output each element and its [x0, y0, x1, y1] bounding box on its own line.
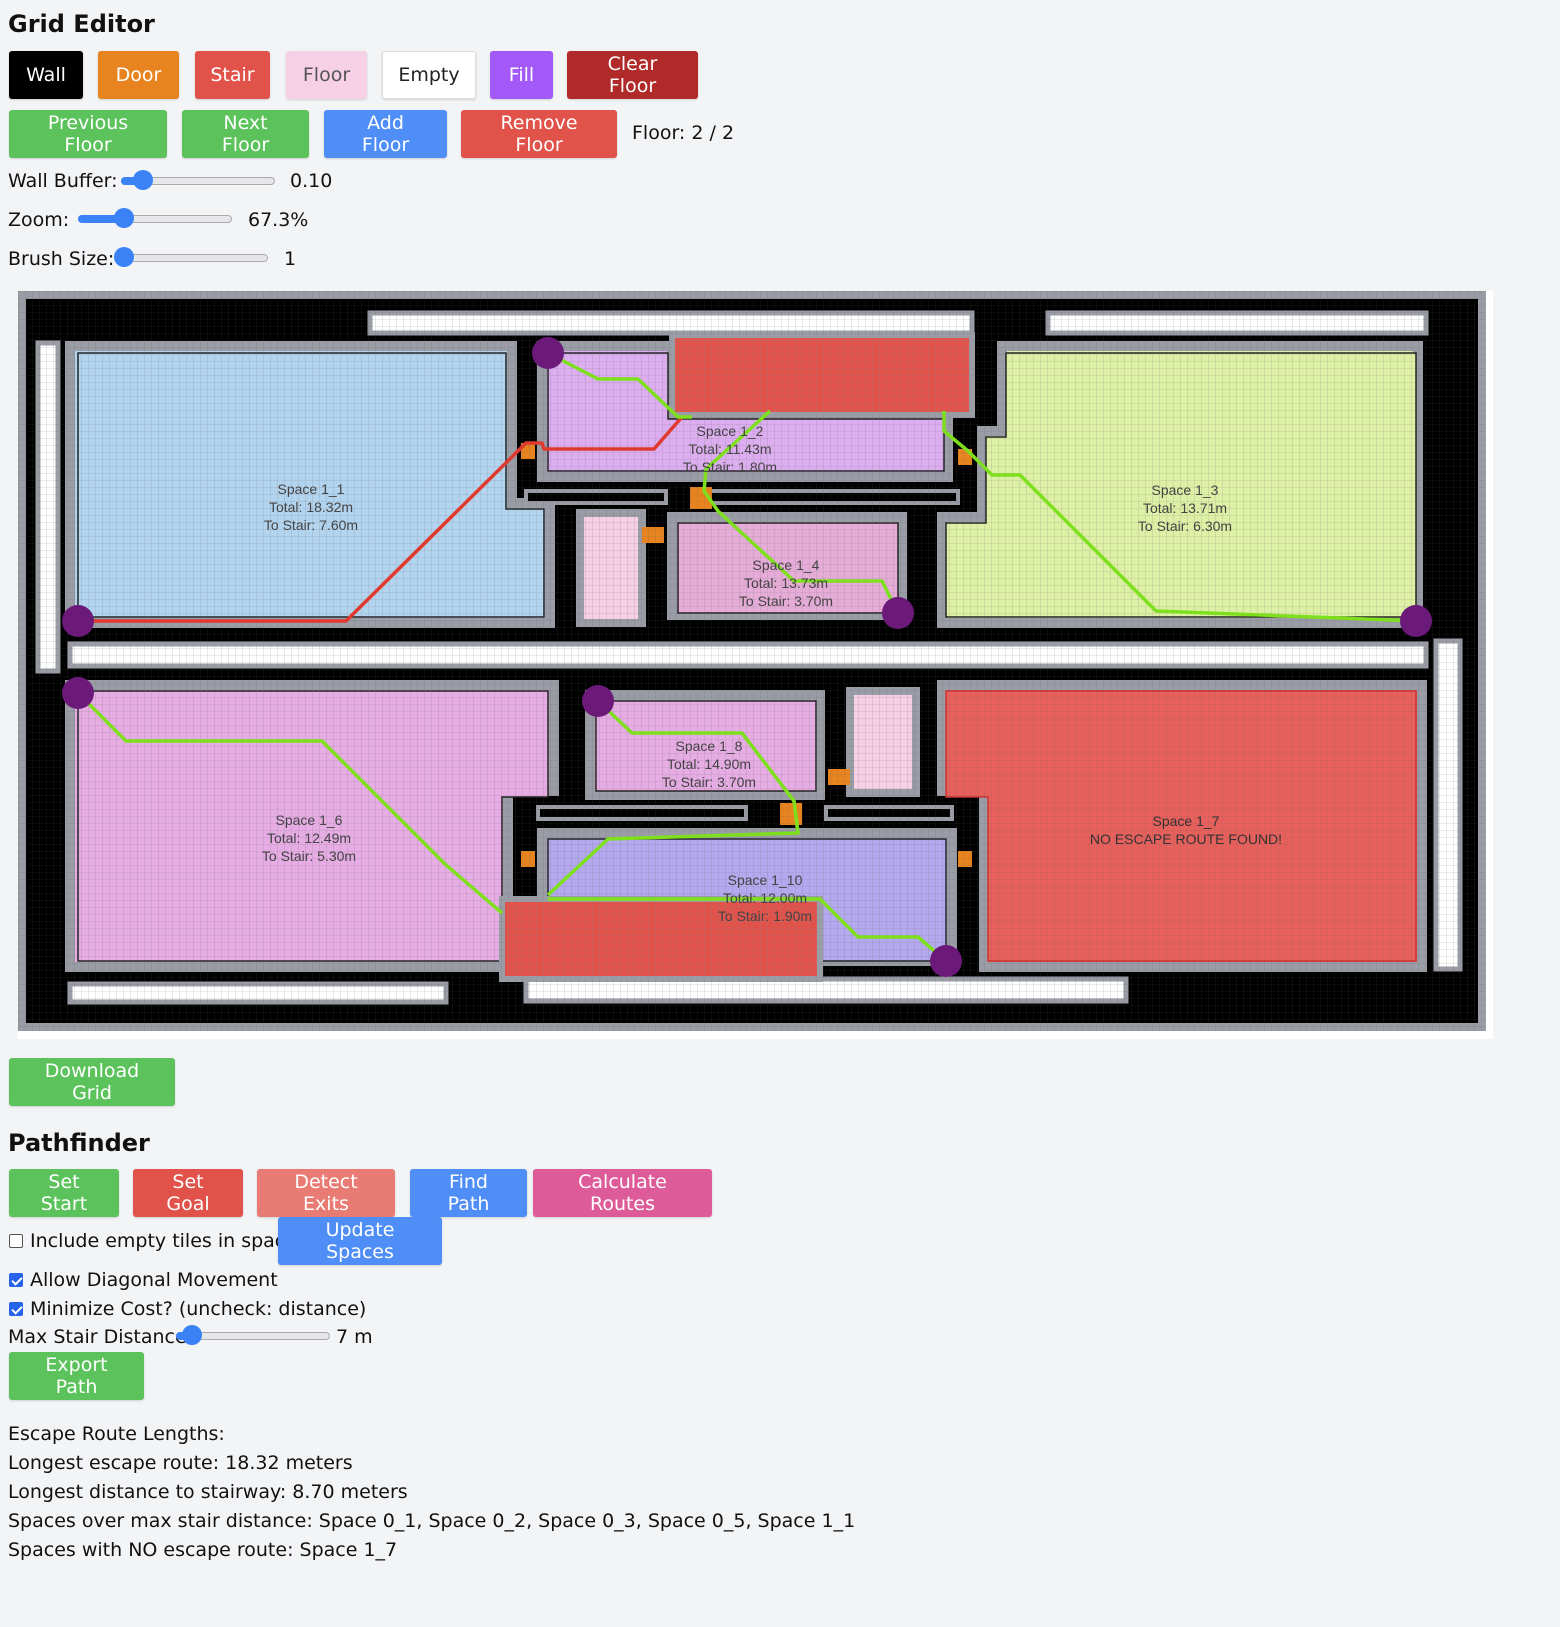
max-stair-value: 7 m	[336, 1326, 373, 1348]
exit-marker	[930, 945, 962, 977]
max-stair-label: Max Stair Distance:	[8, 1326, 194, 1348]
exit-marker	[882, 597, 914, 629]
no-route-spaces: Spaces with NO escape route: Space 1_7	[8, 1539, 398, 1561]
minimize-cost-checkbox[interactable]	[9, 1302, 23, 1316]
exit-marker	[62, 677, 94, 709]
calculate-routes-button[interactable]: Calculate Routes	[533, 1169, 712, 1217]
space-1-8-total: Total: 14.90m	[667, 756, 751, 772]
zoom-value: 67.3%	[248, 209, 309, 231]
remove-floor-button[interactable]: Remove Floor	[461, 110, 617, 158]
exit-marker	[532, 337, 564, 369]
results-heading: Escape Route Lengths:	[8, 1423, 225, 1445]
longest-route: Longest escape route: 18.32 meters	[8, 1452, 353, 1474]
space-1-4-name: Space 1_4	[753, 557, 820, 573]
previous-floor-button[interactable]: Previous Floor	[9, 110, 167, 158]
add-floor-button[interactable]: Add Floor	[324, 110, 447, 158]
stair-tool-button[interactable]: Stair	[195, 51, 270, 99]
space-1-8-name: Space 1_8	[676, 738, 743, 754]
zoom-label: Zoom:	[8, 209, 70, 231]
space-1-10-total: Total: 12.00m	[723, 890, 807, 906]
space-1-6-name: Space 1_6	[276, 812, 343, 828]
wall-buffer-slider[interactable]	[121, 170, 275, 190]
wall-buffer-label: Wall Buffer:	[8, 170, 118, 192]
longest-stair: Longest distance to stairway: 8.70 meter…	[8, 1481, 408, 1503]
floor-indicator: Floor: 2 / 2	[632, 122, 735, 144]
over-max-stair: Spaces over max stair distance: Space 0_…	[8, 1510, 856, 1532]
fill-tool-button[interactable]: Fill	[490, 51, 553, 99]
space-1-7-status: NO ESCAPE ROUTE FOUND!	[1090, 831, 1282, 847]
allow-diagonal-label: Allow Diagonal Movement	[30, 1269, 278, 1291]
include-empty-checkbox[interactable]	[9, 1234, 23, 1248]
zoom-slider[interactable]	[78, 208, 232, 228]
space-1-10-stair: To Stair: 1.90m	[718, 908, 812, 924]
clear-floor-button[interactable]: Clear Floor	[567, 51, 698, 99]
set-goal-button[interactable]: Set Goal	[133, 1169, 243, 1217]
space-1-3-total: Total: 13.71m	[1143, 500, 1227, 516]
export-path-button[interactable]: Export Path	[9, 1352, 144, 1400]
space-1-3-name: Space 1_3	[1152, 482, 1219, 498]
space-1-2-name: Space 1_2	[697, 423, 764, 439]
detect-exits-button[interactable]: Detect Exits	[257, 1169, 395, 1217]
wall-buffer-value: 0.10	[290, 170, 333, 192]
space-1-2-total: Total: 11.43m	[688, 441, 771, 457]
brush-size-label: Brush Size:	[8, 248, 115, 270]
exit-marker	[62, 605, 94, 637]
exit-marker	[1400, 605, 1432, 637]
find-path-button[interactable]: Find Path	[410, 1169, 527, 1217]
space-1-4-total: Total: 13.73m	[744, 575, 828, 591]
space-1-4-stair: To Stair: 3.70m	[739, 593, 833, 609]
space-1-6-stair: To Stair: 5.30m	[262, 848, 356, 864]
download-grid-button[interactable]: Download Grid	[9, 1058, 175, 1106]
max-stair-slider[interactable]	[176, 1325, 330, 1345]
floor-tool-button[interactable]: Floor	[286, 51, 367, 99]
space-1-1-total: Total: 18.32m	[269, 499, 353, 515]
space-1-2-stair: To Stair: 1.80m	[683, 459, 777, 475]
next-floor-button[interactable]: Next Floor	[182, 110, 309, 158]
update-spaces-button[interactable]: Update Spaces	[278, 1217, 442, 1265]
door-tool-button[interactable]: Door	[98, 51, 179, 99]
space-1-1-name: Space 1_1	[278, 481, 345, 497]
grid-editor-title: Grid Editor	[8, 10, 155, 38]
empty-tool-button[interactable]: Empty	[382, 51, 476, 99]
exit-marker	[582, 685, 614, 717]
wall-tool-button[interactable]: Wall	[9, 51, 83, 99]
set-start-button[interactable]: Set Start	[9, 1169, 119, 1217]
include-empty-label: Include empty tiles in spaces	[30, 1230, 307, 1252]
allow-diagonal-checkbox[interactable]	[9, 1273, 23, 1287]
space-1-10-name: Space 1_10	[728, 872, 803, 888]
space-1-1-stair: To Stair: 7.60m	[264, 517, 358, 533]
pathfinder-title: Pathfinder	[8, 1129, 150, 1157]
space-1-7-name: Space 1_7	[1153, 813, 1220, 829]
brush-size-slider[interactable]	[114, 247, 268, 267]
space-1-8-stair: To Stair: 3.70m	[662, 774, 756, 790]
space-1-3-stair: To Stair: 6.30m	[1138, 518, 1232, 534]
minimize-cost-label: Minimize Cost? (uncheck: distance)	[30, 1298, 367, 1320]
grid-canvas[interactable]: Space 1_1 Total: 18.32m To Stair: 7.60m …	[18, 291, 1493, 1039]
brush-size-value: 1	[284, 248, 297, 270]
space-1-6-total: Total: 12.49m	[267, 830, 351, 846]
